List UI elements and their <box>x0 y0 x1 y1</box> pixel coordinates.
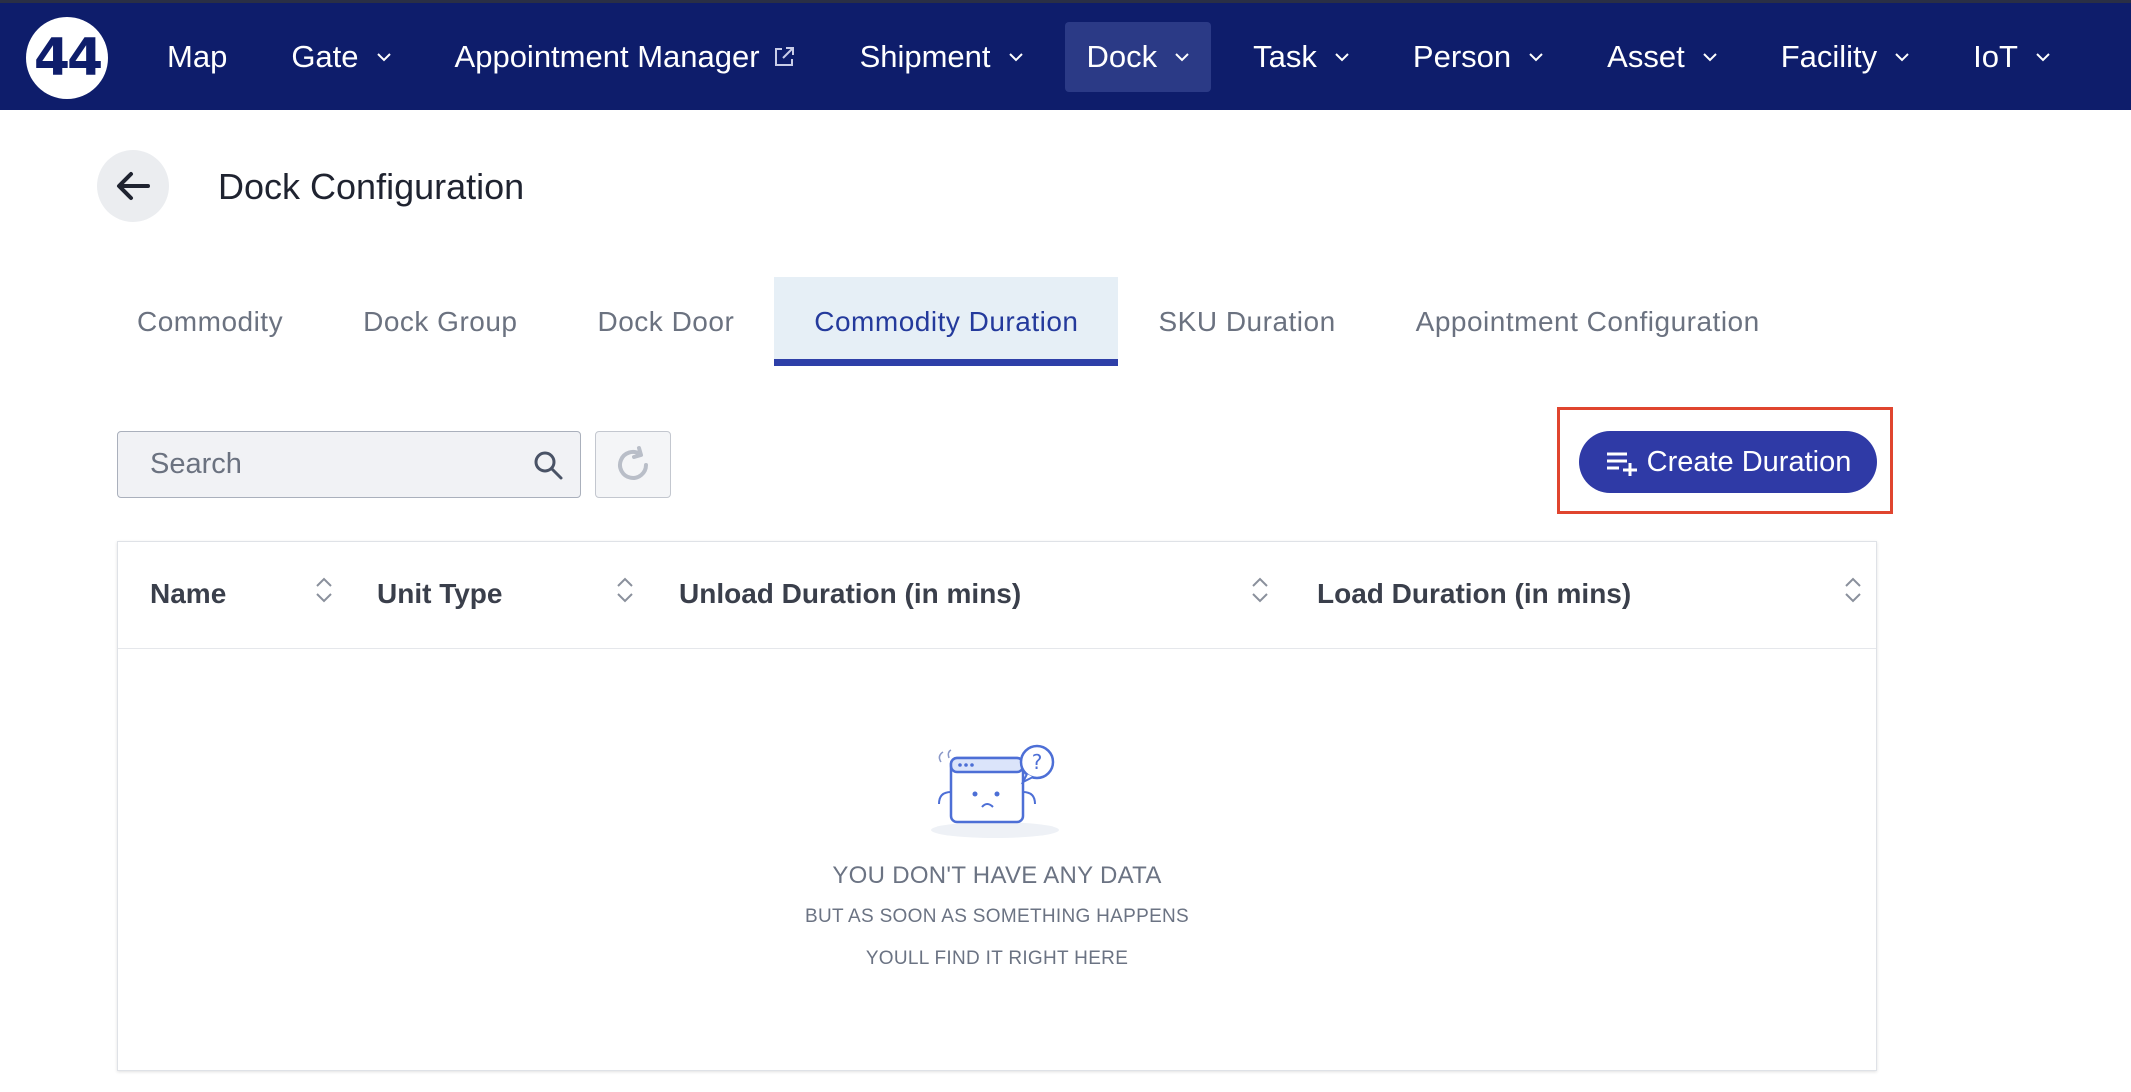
nav-item-shipment[interactable]: Shipment <box>838 22 1045 92</box>
create-duration-label: Create Duration <box>1646 445 1852 478</box>
sort-icon[interactable] <box>1844 576 1862 604</box>
sort-icon[interactable] <box>315 576 333 604</box>
nav-item-map[interactable]: Map <box>145 22 249 92</box>
nav-item-gate[interactable]: Gate <box>269 22 412 92</box>
page-title: Dock Configuration <box>218 166 525 207</box>
nav-item-facility[interactable]: Facility <box>1759 22 1931 92</box>
tab-appointment-configuration[interactable]: Appointment Configuration <box>1376 277 1800 366</box>
nav-label: IoT <box>1973 38 2018 74</box>
nav-items: Map Gate Appointment Manager Shipment Do… <box>145 3 2092 110</box>
nav-label: Dock <box>1086 38 1158 74</box>
empty-data-illustration-icon: ? <box>931 744 1059 838</box>
create-duration-button[interactable]: Create Duration <box>1579 431 1877 493</box>
nav-item-asset[interactable]: Asset <box>1585 22 1739 92</box>
duration-table: Name Unit Type Unload Duration (in mins)… <box>117 541 1877 1071</box>
svg-text:?: ? <box>1032 750 1043 774</box>
empty-state-line-2: YOULL FIND IT RIGHT HERE <box>865 948 1129 969</box>
column-header-load-duration[interactable]: Load Duration (in mins) <box>1317 578 1631 610</box>
tab-commodity[interactable]: Commodity <box>97 277 323 366</box>
table-header: Name Unit Type Unload Duration (in mins)… <box>118 542 1876 649</box>
config-tabs: Commodity Dock Group Dock Door Commodity… <box>97 277 1800 366</box>
refresh-icon <box>618 445 648 480</box>
top-navbar: 44 Map Gate Appointment Manager Shipment… <box>0 0 2131 110</box>
sort-icon[interactable] <box>616 576 634 604</box>
tab-dock-door[interactable]: Dock Door <box>558 277 775 366</box>
chevron-down-icon <box>2036 52 2050 61</box>
external-link-icon <box>774 46 794 66</box>
search-icon[interactable] <box>532 449 564 481</box>
nav-label: Asset <box>1607 38 1685 74</box>
search-input[interactable] <box>148 447 512 482</box>
empty-state-line-1: BUT AS SOON AS SOMETHING HAPPENS <box>804 906 1190 927</box>
company-logo[interactable]: 44 <box>26 17 108 99</box>
nav-item-person[interactable]: Person <box>1391 22 1565 92</box>
chevron-down-icon <box>376 52 391 61</box>
empty-state-title: YOU DON'T HAVE ANY DATA <box>832 862 1162 889</box>
nav-label: Gate <box>291 38 359 74</box>
logo-text: 44 <box>33 28 103 88</box>
chevron-down-icon <box>1175 52 1189 61</box>
nav-label: Facility <box>1780 38 1878 74</box>
back-button[interactable] <box>97 150 169 222</box>
nav-item-appointment-manager[interactable]: Appointment Manager <box>433 22 818 92</box>
nav-item-iot[interactable]: IoT <box>1951 22 2072 92</box>
tab-commodity-duration[interactable]: Commodity Duration <box>774 277 1119 366</box>
nav-item-dock[interactable]: Dock <box>1064 21 1212 92</box>
nav-label: Person <box>1412 38 1512 74</box>
chevron-down-icon <box>1895 52 1909 61</box>
empty-state: ? YOU DON'T HAVE ANY DATA BUT AS SOON AS… <box>118 742 1876 970</box>
nav-label: Map <box>167 38 228 74</box>
column-header-unload-duration[interactable]: Unload Duration (in mins) <box>679 578 1021 610</box>
nav-label: Shipment <box>859 38 991 74</box>
chevron-down-icon <box>1008 52 1023 61</box>
nav-label: Task <box>1253 38 1317 74</box>
chevron-down-icon <box>1335 52 1349 61</box>
search-field <box>117 431 581 498</box>
nav-label: Appointment Manager <box>454 38 760 74</box>
tab-dock-group[interactable]: Dock Group <box>323 277 557 366</box>
arrow-left-icon <box>117 172 150 200</box>
chevron-down-icon <box>1529 52 1543 61</box>
column-header-name[interactable]: Name <box>150 578 226 610</box>
refresh-button[interactable] <box>595 431 671 498</box>
playlist-add-icon <box>1606 452 1637 476</box>
tab-sku-duration[interactable]: SKU Duration <box>1118 277 1375 366</box>
column-header-unit-type[interactable]: Unit Type <box>377 578 502 610</box>
chevron-down-icon <box>1702 52 1717 61</box>
nav-item-task[interactable]: Task <box>1231 22 1371 92</box>
sort-icon[interactable] <box>1251 576 1269 604</box>
